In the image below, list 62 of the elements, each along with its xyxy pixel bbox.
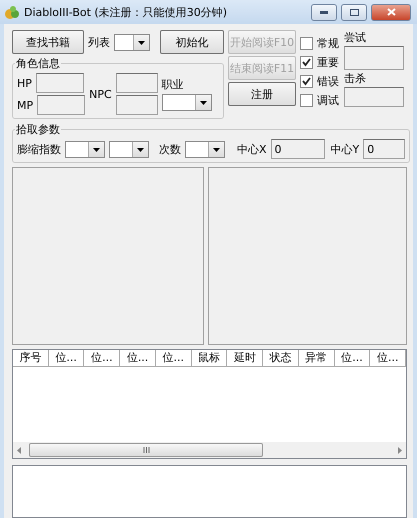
dropdown-arrow-icon[interactable] xyxy=(200,99,207,106)
initialize-button[interactable]: 初始化 xyxy=(160,30,224,54)
scrollbar-thumb[interactable] xyxy=(29,443,263,457)
checkbox-label: 错误 xyxy=(317,74,339,89)
checkbox[interactable] xyxy=(300,37,313,50)
find-books-button[interactable]: 查找书籍 xyxy=(12,30,84,54)
center-x-field[interactable]: 0 xyxy=(270,139,325,159)
kills-label: 击杀 xyxy=(344,71,367,86)
center-y-field[interactable]: 0 xyxy=(363,139,406,159)
window-title: DiabloIII-Bot (未注册：只能使用30分钟) xyxy=(24,4,228,20)
column-header[interactable]: 位... xyxy=(370,350,406,366)
action-button[interactable]: 注册 xyxy=(228,82,296,106)
checkbox[interactable] xyxy=(300,75,313,88)
count-label: 次数 xyxy=(159,142,181,156)
checkbox[interactable] xyxy=(300,56,313,69)
column-header[interactable]: 鼠标 xyxy=(192,350,228,366)
dropdown-arrow-icon[interactable] xyxy=(138,38,145,46)
close-button[interactable] xyxy=(371,4,411,20)
group-title: 角色信息 xyxy=(15,56,61,71)
kills-field[interactable] xyxy=(344,87,404,107)
maximize-icon xyxy=(350,8,358,16)
class-label: 职业 xyxy=(162,77,185,92)
checkbox-label: 重要 xyxy=(317,55,339,70)
dropdown-arrow-icon[interactable] xyxy=(213,146,220,152)
dropdown[interactable] xyxy=(114,34,150,50)
npc-field[interactable] xyxy=(116,73,158,93)
checkbox-label: 常规 xyxy=(317,36,339,51)
column-header[interactable]: 状态 xyxy=(263,350,299,366)
column-header[interactable]: 位... xyxy=(334,350,370,366)
npc-field[interactable] xyxy=(116,95,158,115)
close-icon xyxy=(386,8,396,16)
column-header[interactable]: 延时 xyxy=(227,350,264,366)
scroll-right-icon[interactable] xyxy=(396,446,403,454)
shrink-label: 膨缩指数 xyxy=(17,142,61,156)
grip-icon xyxy=(142,447,150,453)
horizontal-scrollbar[interactable] xyxy=(13,442,406,458)
minimize-icon xyxy=(320,10,328,14)
hp-field[interactable] xyxy=(36,73,84,93)
minimize-button[interactable] xyxy=(311,4,337,20)
log-text-area[interactable] xyxy=(12,465,407,518)
dropdown-arrow-icon[interactable] xyxy=(137,146,144,152)
npc-label: NPC xyxy=(89,88,112,100)
column-header[interactable]: 位... xyxy=(48,350,84,366)
center-x-label: 中心X xyxy=(237,142,267,156)
maximize-button[interactable] xyxy=(341,4,367,20)
attempts-field[interactable] xyxy=(344,46,404,70)
checkbox-label: 调试 xyxy=(317,93,339,108)
mp-field[interactable] xyxy=(37,95,86,115)
column-header[interactable]: 异常 xyxy=(298,350,335,366)
scroll-left-icon[interactable] xyxy=(16,446,23,454)
column-header[interactable]: 位... xyxy=(120,350,156,366)
group-title: 拾取参数 xyxy=(15,122,61,137)
column-header[interactable]: 位... xyxy=(156,350,192,366)
attempts-label: 尝试 xyxy=(344,30,367,45)
list-label: 列表 xyxy=(88,34,110,50)
checkbox[interactable] xyxy=(300,94,313,107)
column-header[interactable]: 位... xyxy=(84,350,120,366)
hp-label: HP xyxy=(17,76,32,90)
dropdown-arrow-icon[interactable] xyxy=(93,146,100,152)
center-y-label: 中心Y xyxy=(330,142,360,156)
column-header[interactable]: 序号 xyxy=(13,350,49,366)
mp-label: MP xyxy=(17,98,34,112)
